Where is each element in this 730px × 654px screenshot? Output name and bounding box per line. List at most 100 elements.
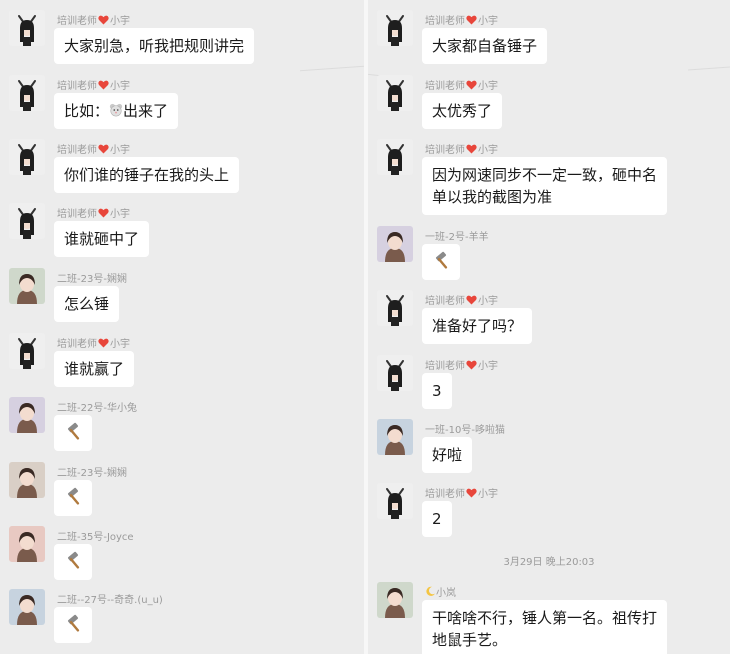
chat-message[interactable]: 一班-2号-羊羊 — [368, 226, 730, 296]
message-text: 比如： — [64, 102, 110, 120]
avatar[interactable] — [9, 268, 45, 304]
sender-name: 培训老师 小宇 — [425, 12, 498, 27]
heart-icon — [98, 80, 109, 90]
sender-label: 二班--27号--奇奇.(u_u) — [57, 595, 163, 606]
message-text: 谁就赢了 — [64, 360, 125, 378]
avatar[interactable] — [9, 139, 45, 175]
chat-message[interactable]: 二班-22号-华小兔 — [0, 397, 364, 467]
heart-icon — [466, 144, 477, 154]
message-bubble[interactable] — [54, 415, 92, 451]
sender-nickname: 小宇 — [110, 16, 130, 27]
message-text: 准备好了吗？ — [432, 317, 523, 335]
avatar[interactable] — [9, 462, 45, 498]
message-bubble[interactable]: 太优秀了 — [422, 93, 503, 129]
chat-message[interactable]: 培训老师 小宇 大家别急，听我把规则讲完 — [0, 10, 364, 80]
message-bubble[interactable]: 3 — [422, 373, 452, 409]
sender-name: 二班--27号--奇奇.(u_u) — [57, 591, 163, 606]
sender-nickname: 小宇 — [478, 16, 498, 27]
avatar[interactable] — [9, 10, 45, 46]
chat-message[interactable]: 培训老师 小宇 3 — [368, 355, 730, 425]
mouse-emoji-icon — [109, 103, 123, 117]
message-text: 干啥啥不行，锤人第一名。祖传打 地鼠手艺。 — [432, 609, 658, 649]
message-bubble[interactable]: 谁就砸中了 — [54, 221, 150, 257]
message-bubble[interactable]: 好啦 — [422, 437, 473, 473]
chat-message[interactable]: 二班-35号-Joyce — [0, 526, 364, 596]
avatar[interactable] — [9, 589, 45, 625]
sender-name: 培训老师 小宇 — [57, 141, 130, 156]
sender-label: 培训老师 — [425, 145, 465, 156]
sender-name: 培训老师 小宇 — [57, 335, 130, 350]
heart-icon — [98, 208, 109, 218]
hammer-emoji-icon — [67, 551, 80, 569]
chat-timestamp: 3月29日 晚上20:03 — [503, 557, 595, 568]
avatar[interactable] — [377, 75, 413, 111]
sender-name: 培训老师 小宇 — [425, 357, 498, 372]
avatar[interactable] — [377, 139, 413, 175]
avatar[interactable] — [9, 526, 45, 562]
chat-message[interactable]: 培训老师 小宇 比如： 出来了 — [0, 75, 364, 145]
heart-icon — [466, 488, 477, 498]
message-bubble[interactable] — [54, 480, 92, 516]
avatar[interactable] — [9, 397, 45, 433]
message-bubble[interactable] — [54, 607, 92, 643]
hammer-emoji-icon — [67, 422, 80, 440]
avatar[interactable] — [377, 483, 413, 519]
chat-message[interactable]: 培训老师 小宇 谁就赢了 — [0, 333, 364, 403]
chat-message[interactable]: 培训老师 小宇 2 — [368, 483, 730, 553]
message-text: 你们谁的锤子在我的头上 — [64, 166, 230, 184]
chat-message[interactable]: 二班--27号--奇奇.(u_u) — [0, 589, 364, 654]
heart-icon — [98, 144, 109, 154]
message-text: 大家别急，听我把规则讲完 — [64, 37, 245, 55]
message-text: 太优秀了 — [432, 102, 493, 120]
message-text: 好啦 — [432, 446, 463, 464]
chat-message[interactable]: 小岚干啥啥不行，锤人第一名。祖传打 地鼠手艺。 — [368, 582, 730, 654]
message-text: 大家都自备锤子 — [432, 37, 538, 55]
avatar[interactable] — [9, 333, 45, 369]
chat-message[interactable]: 二班-23号-娴娴 — [0, 462, 364, 532]
message-bubble[interactable]: 比如： 出来了 — [54, 93, 179, 129]
chat-message[interactable]: 培训老师 小宇你们谁的锤子在我的头上 — [0, 139, 364, 209]
message-bubble[interactable]: 大家别急，听我把规则讲完 — [54, 28, 255, 64]
sender-name: 培训老师 小宇 — [57, 205, 130, 220]
sender-nickname: 小宇 — [478, 361, 498, 372]
message-bubble[interactable] — [422, 244, 460, 280]
avatar[interactable] — [377, 419, 413, 455]
sender-label: 小岚 — [436, 588, 456, 599]
sender-nickname: 小宇 — [110, 209, 130, 220]
avatar[interactable] — [377, 582, 413, 618]
avatar[interactable] — [377, 10, 413, 46]
sender-nickname: 小宇 — [478, 296, 498, 307]
sender-nickname: 小宇 — [110, 145, 130, 156]
message-text: 怎么锤 — [64, 295, 110, 313]
message-bubble[interactable]: 大家都自备锤子 — [422, 28, 548, 64]
chat-message[interactable]: 二班-23号-娴娴怎么锤 — [0, 268, 364, 338]
message-bubble[interactable]: 谁就赢了 — [54, 351, 135, 387]
avatar[interactable] — [377, 355, 413, 391]
chat-message[interactable]: 培训老师 小宇 太优秀了 — [368, 75, 730, 145]
chat-message[interactable]: 一班-10号-哆啦猫好啦 — [368, 419, 730, 489]
chat-message[interactable]: 培训老师 小宇 准备好了吗？ — [368, 290, 730, 360]
sender-name: 二班-23号-娴娴 — [57, 270, 127, 285]
avatar[interactable] — [377, 226, 413, 262]
sender-label: 培训老师 — [425, 361, 465, 372]
message-text: 3 — [432, 382, 442, 400]
avatar[interactable] — [9, 203, 45, 239]
message-bubble[interactable]: 你们谁的锤子在我的头上 — [54, 157, 240, 193]
avatar[interactable] — [9, 75, 45, 111]
sender-name: 培训老师 小宇 — [425, 141, 498, 156]
message-bubble[interactable]: 怎么锤 — [54, 286, 120, 322]
chat-column-left[interactable]: 培训老师 小宇 大家别急，听我把规则讲完 培训老师 小宇 比如： 出来了 培训老师 小宇 你们谁的… — [0, 0, 364, 654]
sender-label: 一班-10号-哆啦猫 — [425, 425, 505, 436]
hammer-emoji-icon — [67, 487, 80, 505]
chat-message[interactable]: 培训老师 小宇 谁就砸中了 — [0, 203, 364, 273]
message-bubble[interactable]: 2 — [422, 501, 452, 537]
chat-message[interactable]: 培训老师 小宇因为网速同步不一定一致，砸中名 单以我的截图为准 — [368, 139, 730, 234]
chat-column-right[interactable]: 3月29日 晚上20:03 培训老师 小宇 大家都自备锤子 培训老师 小宇 太优秀了 培训老… — [368, 0, 730, 654]
message-bubble[interactable]: 干啥啥不行，锤人第一名。祖传打 地鼠手艺。 — [422, 600, 668, 654]
message-bubble[interactable]: 因为网速同步不一定一致，砸中名 单以我的截图为准 — [422, 157, 668, 215]
avatar[interactable] — [377, 290, 413, 326]
chat-message[interactable]: 培训老师 小宇大家都自备锤子 — [368, 10, 730, 80]
message-bubble[interactable] — [54, 544, 92, 580]
message-text: 因为网速同步不一定一致，砸中名 单以我的截图为准 — [432, 166, 658, 206]
message-bubble[interactable]: 准备好了吗？ — [422, 308, 533, 344]
